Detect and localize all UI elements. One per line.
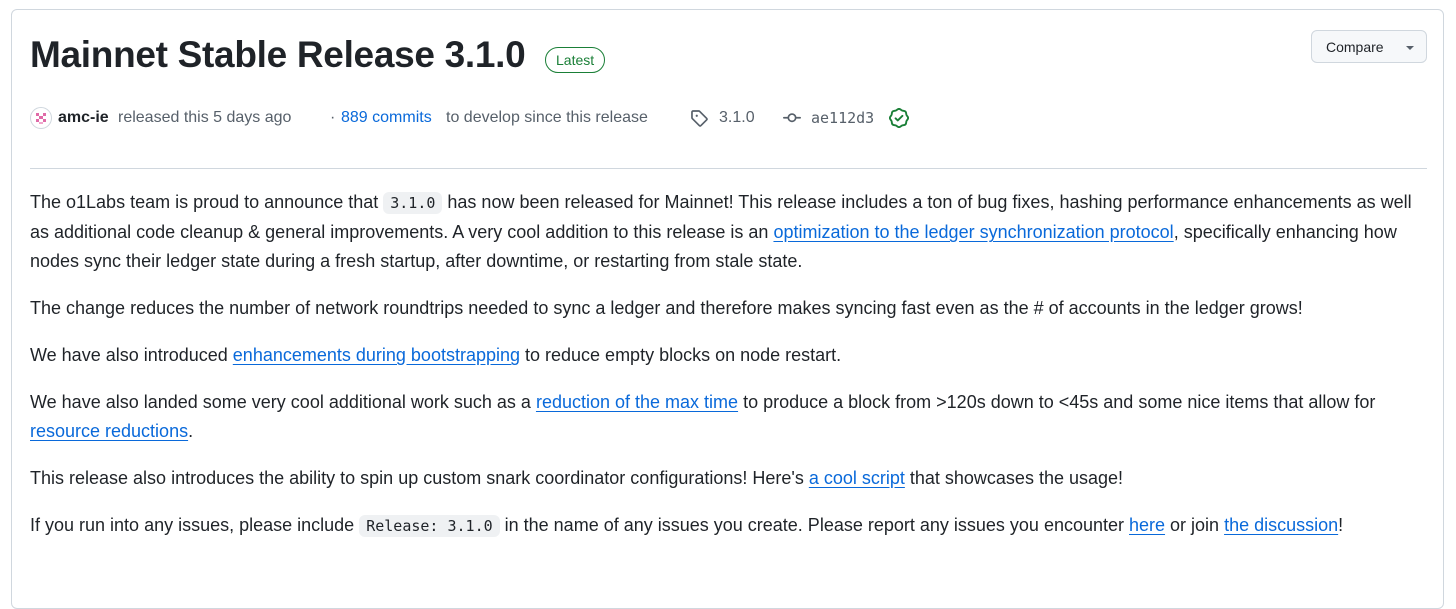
commits-link[interactable]: 889 commits	[341, 107, 432, 129]
text: that showcases the usage!	[904, 468, 1124, 488]
paragraph-roundtrips: The change reduces the number of network…	[30, 298, 1303, 318]
compare-label: Compare	[1326, 38, 1384, 55]
paragraph-issues: If you run into any issues, please inclu…	[30, 511, 1430, 541]
commits-suffix: to develop since this release	[446, 109, 648, 126]
text: We have also introduced	[30, 345, 233, 365]
text: This release also introduces the ability…	[30, 468, 809, 488]
text: or join	[1165, 515, 1225, 535]
text: The o1Labs team is proud to announce tha…	[30, 192, 384, 212]
git-commit-icon	[782, 109, 802, 127]
tag-icon	[690, 109, 708, 127]
release-title[interactable]: Mainnet Stable Release 3.1.0	[30, 34, 526, 76]
latest-badge: Latest	[545, 47, 606, 73]
text: .	[188, 421, 194, 441]
divider	[30, 168, 1427, 169]
cool-script-link[interactable]: a cool script	[809, 468, 905, 488]
max-time-link[interactable]: reduction of the max time	[536, 392, 738, 412]
ledger-sync-link[interactable]: optimization to the ledger synchronizati…	[773, 222, 1173, 242]
check-circle-icon[interactable]	[889, 108, 909, 128]
tag-link[interactable]: 3.1.0	[719, 107, 755, 129]
released-text: released this 5 days ago	[118, 109, 292, 126]
bootstrapping-link[interactable]: enhancements during bootstrapping	[233, 345, 520, 365]
paragraph-snark: This release also introduces the ability…	[30, 464, 1430, 493]
paragraph-block-time: We have also landed some very cool addit…	[30, 388, 1430, 446]
discussion-link[interactable]: the discussion	[1224, 515, 1338, 535]
compare-button[interactable]: Compare	[1311, 30, 1427, 63]
inline-code: Release: 3.1.0	[359, 515, 500, 537]
resource-reductions-link[interactable]: resource reductions	[30, 421, 188, 441]
paragraph-bootstrapping: We have also introduced enhancements dur…	[30, 341, 1430, 370]
here-link[interactable]: here	[1129, 515, 1165, 535]
text: to reduce empty blocks on node restart.	[520, 345, 842, 365]
release-meta: amc-ie released this 5 days ago · 889 co…	[0, 107, 1456, 131]
text: !	[1338, 515, 1344, 535]
text: to produce a block from >120s down to <4…	[738, 392, 1376, 412]
inline-code: 3.1.0	[383, 192, 443, 214]
text: in the name of any issues you create. Pl…	[499, 515, 1129, 535]
release-notes: The o1Labs team is proud to announce tha…	[30, 188, 1430, 559]
commit-hash-link[interactable]: ae112d3	[811, 107, 874, 129]
text: If you run into any issues, please inclu…	[30, 515, 360, 535]
commits-prefix: ·	[330, 109, 336, 126]
author-link[interactable]: amc-ie	[58, 107, 109, 129]
triangle-down-icon	[1406, 46, 1414, 50]
text: We have also landed some very cool addit…	[30, 392, 536, 412]
paragraph-intro: The o1Labs team is proud to announce tha…	[30, 188, 1430, 276]
